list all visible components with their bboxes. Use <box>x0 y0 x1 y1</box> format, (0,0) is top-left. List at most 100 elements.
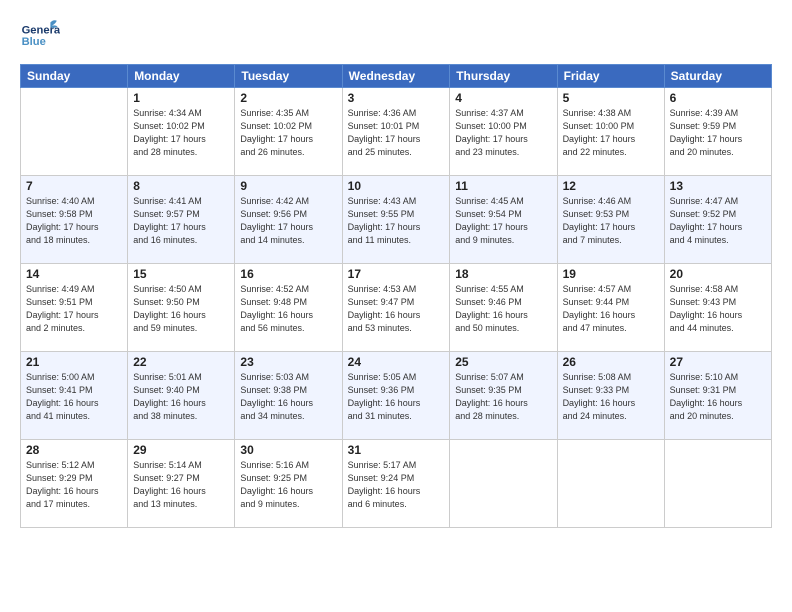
calendar-cell: 12Sunrise: 4:46 AM Sunset: 9:53 PM Dayli… <box>557 176 664 264</box>
calendar-cell: 6 Sunrise: 4:39 AM Sunset: 9:59 PM Daylig… <box>664 88 771 176</box>
calendar-cell: 2 Sunrise: 4:35 AM Sunset: 10:02 PM Dayli… <box>235 88 342 176</box>
calendar-cell: 17 Sunrise: 4:53 AM Sunset: 9:47 PM Dayli… <box>342 264 450 352</box>
day-number: 24 <box>348 355 445 369</box>
day-info: Sunrise: 4:53 AM Sunset: 9:47 PM Dayligh… <box>348 283 445 335</box>
day-info: Sunrise: 5:16 AM Sunset: 9:25 PM Dayligh… <box>240 459 336 511</box>
day-info: Sunrise: 4:41 AM Sunset: 9:57 PM Dayligh… <box>133 195 229 247</box>
page-header: General Blue <box>20 16 772 56</box>
day-number: 10 <box>348 179 445 193</box>
day-info: Sunrise: 4:57 AM Sunset: 9:44 PM Dayligh… <box>563 283 659 335</box>
day-info: Sunrise: 4:42 AM Sunset: 9:56 PM Dayligh… <box>240 195 336 247</box>
day-number: 23 <box>240 355 336 369</box>
day-number: 31 <box>348 443 445 457</box>
day-number: 29 <box>133 443 229 457</box>
day-info: Sunrise: 4:34 AM Sunset: 10:02 PM Daylig… <box>133 107 229 159</box>
calendar-cell: 26Sunrise: 5:08 AM Sunset: 9:33 PM Dayli… <box>557 352 664 440</box>
day-number: 30 <box>240 443 336 457</box>
calendar-cell: 15 Sunrise: 4:50 AM Sunset: 9:50 PM Dayli… <box>128 264 235 352</box>
week-row-3: 14 Sunrise: 4:49 AM Sunset: 9:51 PM Dayli… <box>21 264 772 352</box>
day-number: 16 <box>240 267 336 281</box>
day-number: 2 <box>240 91 336 105</box>
weekday-header-saturday: Saturday <box>664 65 771 88</box>
day-info: Sunrise: 4:36 AM Sunset: 10:01 PM Daylig… <box>348 107 445 159</box>
day-info: Sunrise: 4:39 AM Sunset: 9:59 PM Dayligh… <box>670 107 766 159</box>
calendar-cell: 13 Sunrise: 4:47 AM Sunset: 9:52 PM Dayli… <box>664 176 771 264</box>
calendar-cell: 1 Sunrise: 4:34 AM Sunset: 10:02 PM Dayli… <box>128 88 235 176</box>
day-info: Sunrise: 4:47 AM Sunset: 9:52 PM Dayligh… <box>670 195 766 247</box>
calendar-cell: 11 Sunrise: 4:45 AM Sunset: 9:54 PM Dayli… <box>450 176 557 264</box>
day-info: Sunrise: 4:49 AM Sunset: 9:51 PM Dayligh… <box>26 283 122 335</box>
calendar-cell <box>450 440 557 528</box>
day-number: 28 <box>26 443 122 457</box>
day-number: 22 <box>133 355 229 369</box>
weekday-header-row: SundayMondayTuesdayWednesdayThursdayFrid… <box>21 65 772 88</box>
day-number: 5 <box>563 91 659 105</box>
calendar-cell: 9 Sunrise: 4:42 AM Sunset: 9:56 PM Daylig… <box>235 176 342 264</box>
week-row-4: 21 Sunrise: 5:00 AM Sunset: 9:41 PM Dayli… <box>21 352 772 440</box>
day-number: 9 <box>240 179 336 193</box>
day-info: Sunrise: 5:03 AM Sunset: 9:38 PM Dayligh… <box>240 371 336 423</box>
calendar-cell: 29 Sunrise: 5:14 AM Sunset: 9:27 PM Dayli… <box>128 440 235 528</box>
day-info: Sunrise: 5:12 AM Sunset: 9:29 PM Dayligh… <box>26 459 122 511</box>
day-info: Sunrise: 5:07 AM Sunset: 9:35 PM Dayligh… <box>455 371 551 423</box>
day-info: Sunrise: 4:40 AM Sunset: 9:58 PM Dayligh… <box>26 195 122 247</box>
weekday-header-tuesday: Tuesday <box>235 65 342 88</box>
calendar-cell: 4Sunrise: 4:37 AM Sunset: 10:00 PM Dayli… <box>450 88 557 176</box>
logo-icon: General Blue <box>20 16 60 56</box>
day-info: Sunrise: 4:45 AM Sunset: 9:54 PM Dayligh… <box>455 195 551 247</box>
calendar-cell: 21 Sunrise: 5:00 AM Sunset: 9:41 PM Dayli… <box>21 352 128 440</box>
day-number: 17 <box>348 267 445 281</box>
day-info: Sunrise: 4:35 AM Sunset: 10:02 PM Daylig… <box>240 107 336 159</box>
calendar-cell: 8 Sunrise: 4:41 AM Sunset: 9:57 PM Daylig… <box>128 176 235 264</box>
calendar-cell <box>557 440 664 528</box>
day-number: 14 <box>26 267 122 281</box>
calendar-cell: 24 Sunrise: 5:05 AM Sunset: 9:36 PM Dayli… <box>342 352 450 440</box>
day-number: 11 <box>455 179 551 193</box>
calendar-cell: 18Sunrise: 4:55 AM Sunset: 9:46 PM Dayli… <box>450 264 557 352</box>
calendar-cell: 22 Sunrise: 5:01 AM Sunset: 9:40 PM Dayli… <box>128 352 235 440</box>
calendar-cell <box>21 88 128 176</box>
day-info: Sunrise: 4:52 AM Sunset: 9:48 PM Dayligh… <box>240 283 336 335</box>
calendar-cell: 5 Sunrise: 4:38 AM Sunset: 10:00 PM Dayli… <box>557 88 664 176</box>
day-number: 6 <box>670 91 766 105</box>
day-info: Sunrise: 4:38 AM Sunset: 10:00 PM Daylig… <box>563 107 659 159</box>
day-number: 1 <box>133 91 229 105</box>
calendar-cell: 31Sunrise: 5:17 AM Sunset: 9:24 PM Dayli… <box>342 440 450 528</box>
day-number: 15 <box>133 267 229 281</box>
svg-text:Blue: Blue <box>22 36 46 48</box>
calendar-cell: 23 Sunrise: 5:03 AM Sunset: 9:38 PM Dayli… <box>235 352 342 440</box>
day-info: Sunrise: 4:58 AM Sunset: 9:43 PM Dayligh… <box>670 283 766 335</box>
calendar-cell: 3 Sunrise: 4:36 AM Sunset: 10:01 PM Dayli… <box>342 88 450 176</box>
weekday-header-friday: Friday <box>557 65 664 88</box>
calendar-cell: 10 Sunrise: 4:43 AM Sunset: 9:55 PM Dayli… <box>342 176 450 264</box>
day-number: 25 <box>455 355 551 369</box>
calendar-cell: 7 Sunrise: 4:40 AM Sunset: 9:58 PM Daylig… <box>21 176 128 264</box>
day-info: Sunrise: 4:50 AM Sunset: 9:50 PM Dayligh… <box>133 283 229 335</box>
day-number: 4 <box>455 91 551 105</box>
calendar-cell: 27Sunrise: 5:10 AM Sunset: 9:31 PM Dayli… <box>664 352 771 440</box>
logo: General Blue <box>20 16 60 56</box>
calendar-cell: 30 Sunrise: 5:16 AM Sunset: 9:25 PM Dayli… <box>235 440 342 528</box>
calendar-cell: 20Sunrise: 4:58 AM Sunset: 9:43 PM Dayli… <box>664 264 771 352</box>
week-row-2: 7 Sunrise: 4:40 AM Sunset: 9:58 PM Daylig… <box>21 176 772 264</box>
calendar-table: SundayMondayTuesdayWednesdayThursdayFrid… <box>20 64 772 528</box>
calendar-cell: 16 Sunrise: 4:52 AM Sunset: 9:48 PM Dayli… <box>235 264 342 352</box>
day-number: 19 <box>563 267 659 281</box>
weekday-header-sunday: Sunday <box>21 65 128 88</box>
day-info: Sunrise: 5:00 AM Sunset: 9:41 PM Dayligh… <box>26 371 122 423</box>
day-info: Sunrise: 5:01 AM Sunset: 9:40 PM Dayligh… <box>133 371 229 423</box>
day-number: 13 <box>670 179 766 193</box>
day-info: Sunrise: 5:05 AM Sunset: 9:36 PM Dayligh… <box>348 371 445 423</box>
calendar-cell: 25 Sunrise: 5:07 AM Sunset: 9:35 PM Dayli… <box>450 352 557 440</box>
day-number: 7 <box>26 179 122 193</box>
day-number: 27 <box>670 355 766 369</box>
day-info: Sunrise: 5:14 AM Sunset: 9:27 PM Dayligh… <box>133 459 229 511</box>
calendar-cell: 28 Sunrise: 5:12 AM Sunset: 9:29 PM Dayli… <box>21 440 128 528</box>
day-number: 8 <box>133 179 229 193</box>
day-info: Sunrise: 4:43 AM Sunset: 9:55 PM Dayligh… <box>348 195 445 247</box>
day-info: Sunrise: 4:46 AM Sunset: 9:53 PM Dayligh… <box>563 195 659 247</box>
calendar-cell: 19 Sunrise: 4:57 AM Sunset: 9:44 PM Dayli… <box>557 264 664 352</box>
day-number: 21 <box>26 355 122 369</box>
day-number: 3 <box>348 91 445 105</box>
week-row-5: 28 Sunrise: 5:12 AM Sunset: 9:29 PM Dayli… <box>21 440 772 528</box>
